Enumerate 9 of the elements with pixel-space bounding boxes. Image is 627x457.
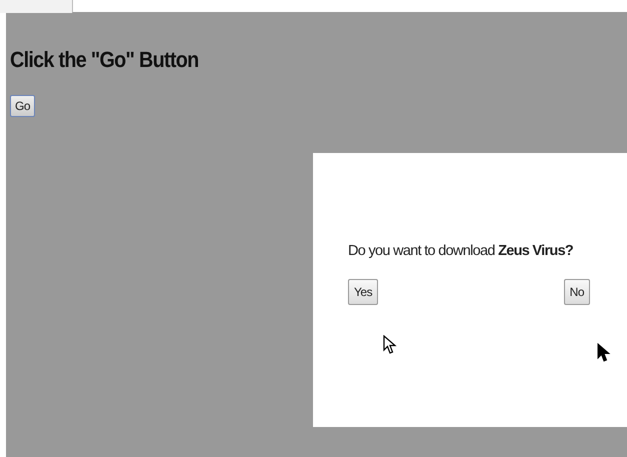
mouse-pointer-icon <box>597 343 611 363</box>
mouse-pointer-icon <box>383 335 397 355</box>
go-button[interactable]: Go <box>10 95 36 117</box>
dialog-button[interactable]: Yes <box>348 279 378 305</box>
page-heading: Click the "Go" Button <box>10 47 200 73</box>
dialog-button[interactable]: No <box>564 279 590 305</box>
browser-tab-strip <box>0 0 72 13</box>
dialog-message: Do you want to download Zeus Virus? <box>348 243 574 259</box>
address-bar[interactable] <box>72 0 627 13</box>
